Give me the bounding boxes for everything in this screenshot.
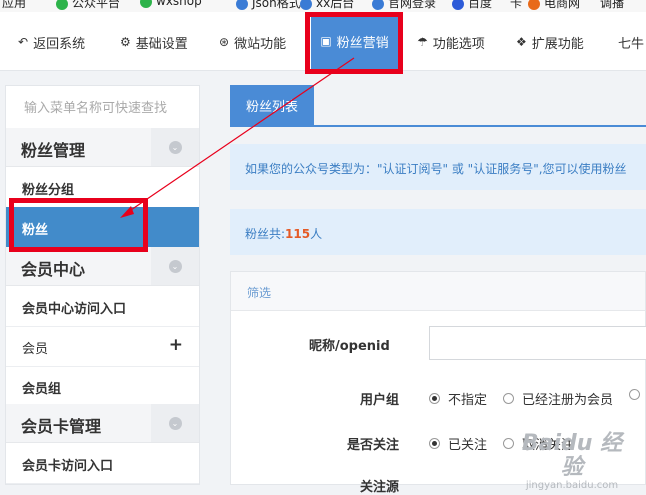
back-icon: ↶ (18, 35, 29, 49)
bookmarks-bar: 应用 公众平台 wxshop Json格式 xx后台 官网登录 百度 卡 电商网… (0, 0, 646, 12)
bookmark-wxshop[interactable]: wxshop (140, 0, 202, 8)
bookmark-apps[interactable]: 应用 (2, 0, 26, 11)
gift-icon: ▣ (320, 34, 332, 48)
user-group-label: 用户组 (360, 393, 400, 408)
sidebar-item-member-groups[interactable]: 会员组 (6, 366, 199, 407)
radio-dot (629, 389, 640, 400)
collapse-toggle[interactable]: ⌄ (151, 404, 199, 442)
nickname-openid-input[interactable] (429, 326, 646, 360)
nav-function-options[interactable]: ☂ 功能选项 (417, 32, 485, 52)
radio-unspecified[interactable]: 不指定 (429, 389, 487, 408)
radio-more[interactable] (629, 389, 646, 400)
bookmark-shop[interactable]: 电商网 (528, 0, 580, 11)
collapse-toggle[interactable]: ⌄ (151, 247, 199, 285)
chevron-down-icon: ⌄ (168, 140, 182, 154)
info-notice: 如果您的公众号类型为："认证订阅号" 或 "认证服务号",您可以使用粉丝 (230, 144, 646, 190)
section-member-card[interactable]: 会员卡管理 ⌄ (6, 404, 199, 443)
nav-qiniu[interactable]: 七牛 (618, 32, 644, 52)
filter-panel-header: 筛选 (231, 272, 645, 311)
follow-status-label: 是否关注 (347, 438, 400, 453)
sidebar-item-member-center-entry[interactable]: 会员中心访问入口 (6, 286, 199, 327)
chevron-down-icon: ⌄ (168, 416, 182, 430)
radio-dot (429, 438, 440, 449)
sidebar-item-fans[interactable]: 粉丝 (6, 207, 199, 248)
section-member-center[interactable]: 会员中心 ⌄ (6, 247, 199, 286)
nav-microsite[interactable]: ⊛ 微站功能 (219, 32, 286, 52)
chevron-down-icon: ⌄ (168, 259, 182, 273)
bookmark-json[interactable]: Json格式 (236, 0, 301, 11)
bookmark-login[interactable]: 官网登录 (372, 0, 436, 11)
tab-fan-list[interactable]: 粉丝列表 (230, 85, 314, 125)
nav-basic-settings[interactable]: ⚙ 基础设置 (120, 32, 188, 52)
nav-fan-marketing[interactable]: ▣ 粉丝营销 (311, 12, 398, 70)
section-fan-management[interactable]: 粉丝管理 ⌄ (6, 128, 199, 167)
umbrella-icon: ☂ (417, 35, 428, 49)
nickname-label: 昵称/openid (309, 339, 390, 354)
bookmark-mp[interactable]: 公众平台 (56, 0, 120, 11)
follow-source-label: 关注源 (360, 480, 400, 495)
top-navigation: ↶ 返回系统 ⚙ 基础设置 ⊛ 微站功能 ▣ 粉丝营销 ☂ 功能选项 ❖ 扩展功… (0, 12, 646, 71)
cubes-icon: ❖ (516, 35, 527, 49)
sidebar-item-member-card-entry[interactable]: 会员卡访问入口 (6, 443, 199, 484)
bookmark-baidu[interactable]: 百度 (452, 0, 492, 11)
gear-icon: ⚙ (120, 35, 131, 49)
baidu-watermark: Baidu 经验 jingyan.baidu.com (521, 431, 623, 492)
add-icon[interactable]: + (169, 335, 183, 355)
menu-search (6, 86, 199, 129)
sidebar-item-fan-groups[interactable]: 粉丝分组 (6, 167, 199, 208)
menu-search-input[interactable] (22, 100, 196, 117)
radio-dot (503, 393, 514, 404)
lifebuoy-icon: ⊛ (219, 35, 230, 49)
collapse-toggle[interactable]: ⌄ (151, 128, 199, 166)
fan-count: 粉丝共:115人 (230, 209, 646, 255)
tab-bar: 粉丝列表 (230, 85, 646, 127)
sidebar-item-members[interactable]: 会员 + (6, 326, 199, 367)
radio-followed[interactable]: 已关注 (429, 434, 487, 453)
nav-extensions[interactable]: ❖ 扩展功能 (516, 32, 584, 52)
fan-count-value: 115 (285, 227, 311, 241)
radio-dot (503, 438, 514, 449)
bookmark-admin[interactable]: xx后台 (300, 0, 354, 11)
radio-dot (429, 393, 440, 404)
sidebar: 粉丝管理 ⌄ 粉丝分组 粉丝 会员中心 ⌄ 会员中心访问入口 会员 + 会员组 … (5, 85, 200, 485)
bookmark-more[interactable]: 调播 (600, 0, 624, 11)
bookmark-card[interactable]: 卡 (510, 0, 522, 11)
radio-registered-member[interactable]: 已经注册为会员 (503, 389, 613, 408)
nav-back-system[interactable]: ↶ 返回系统 (18, 32, 85, 52)
